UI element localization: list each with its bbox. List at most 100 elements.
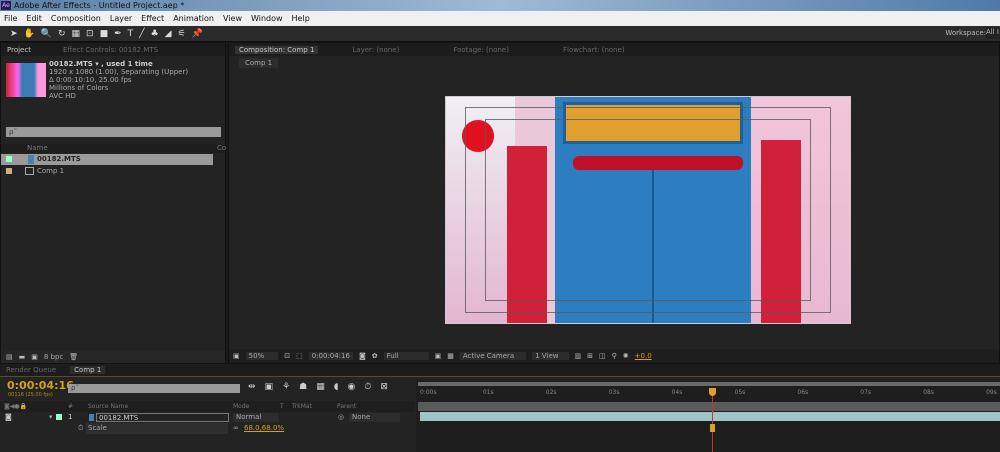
exposure-value[interactable]: +0.0 [635,352,652,360]
col-num[interactable]: # [68,401,73,412]
menu-help[interactable]: Help [292,11,310,26]
zoom-icon[interactable]: 🔍 [41,29,52,39]
col-t[interactable]: T [280,401,284,412]
eraser-icon[interactable]: ◢ [165,29,172,39]
hand-icon[interactable]: ✋ [24,29,35,39]
camera-select[interactable]: Active Camera [459,352,527,360]
new-folder-icon[interactable]: ▬ [19,353,26,361]
workspace-select[interactable]: All I [986,28,1000,39]
scale-value[interactable]: 68.0,68.0% [244,423,284,434]
menu-edit[interactable]: Edit [26,11,42,26]
shy-layers-icon[interactable]: ☗ [299,382,307,392]
col-other[interactable]: Co [217,144,226,152]
brush-icon[interactable]: ╱ [139,29,144,39]
viewer-timecode[interactable]: 0:00:04:16 [308,352,353,360]
live-update-icon[interactable]: ▣ [265,382,274,392]
mask-visibility-icon[interactable]: ⬚ [296,352,303,360]
puppet-pin-icon[interactable]: 📌 [192,29,203,39]
cti-handle[interactable] [708,388,716,396]
roto-brush-icon[interactable]: ⚟ [178,29,186,39]
menu-animation[interactable]: Animation [173,11,214,26]
rotate-icon[interactable]: ↻ [58,29,66,39]
new-comp-icon[interactable]: ▣ [31,353,38,361]
property-row[interactable]: ⏱ Scale ∞ 68.0,68.0% [0,423,415,434]
menu-layer[interactable]: Layer [110,11,132,26]
current-time-indicator[interactable] [711,388,713,452]
tab-effect-controls[interactable]: Effect Controls: 00182.MTS [63,46,158,54]
parent-select[interactable]: None [349,413,401,422]
keyframe-marker[interactable] [709,424,715,432]
pan-behind-icon[interactable]: ⊡ [86,29,94,39]
fast-preview-icon[interactable]: ⊞ [587,352,593,360]
constrain-proportions-icon[interactable]: ∞ [233,423,239,434]
label-color[interactable] [6,168,12,174]
text-icon[interactable]: T [128,29,134,39]
graph-editor-icon[interactable]: ◉ [347,382,355,392]
tab-flowchart[interactable]: Flowchart: (none) [563,46,625,54]
project-item-comp[interactable]: Comp 1 [1,166,225,177]
brainstorm-icon[interactable]: ⊠ [380,382,388,392]
draft-3d-icon[interactable]: ⚘ [282,382,290,392]
transparency-grid-icon[interactable]: ▦ [447,352,454,360]
composition-mini-flowchart-icon[interactable]: ⇹ [248,382,256,392]
composition-frame[interactable] [445,96,851,324]
stopwatch-icon[interactable]: ⏱ [78,423,83,434]
label-color[interactable] [56,414,62,420]
current-time-display[interactable]: 0:00:04:16 [7,379,74,392]
frame-info: 00116 (25.00 fps) [8,392,53,398]
col-parent[interactable]: Parent [337,401,356,412]
flowchart-icon[interactable]: ⚲ [612,352,617,360]
layer-row[interactable]: ◙ ▾ 1 00182.MTS Normal ◎ None [0,412,415,423]
bpc-button[interactable]: 8 bpc [44,353,63,361]
timeline-icon[interactable]: ◫ [599,352,606,360]
tab-composition[interactable]: Composition: Comp 1 [235,45,319,54]
col-mode[interactable]: Mode [233,401,249,412]
project-item-footage[interactable]: 00182.MTS [1,154,213,165]
safe-margins-icon[interactable]: ⊡ [284,352,290,360]
menu-view[interactable]: View [223,11,242,26]
view-layout-select[interactable]: 1 View [532,352,569,360]
comp-breadcrumb[interactable]: Comp 1 [239,58,279,68]
trash-icon[interactable]: 🗑 [69,353,78,361]
clone-stamp-icon[interactable]: ♣ [151,29,159,39]
exposure-icon[interactable]: ✺ [623,352,629,360]
blend-mode-select[interactable]: Normal [233,413,280,422]
menu-composition[interactable]: Composition [51,11,101,26]
tab-project[interactable]: Project [7,46,31,54]
camera-icon[interactable]: ▦ [72,29,81,39]
expand-arrow-icon[interactable]: ▾ [49,412,53,423]
layer-name[interactable]: 00182.MTS [96,413,229,422]
channel-icon[interactable]: ✿ [372,352,378,360]
timeline-search-input[interactable]: ρ˜ [68,384,240,393]
video-visibility-icon[interactable]: ◙ [5,412,12,423]
interpret-footage-icon[interactable]: ▤ [6,353,13,361]
col-trkmat[interactable]: TrkMat [292,401,312,412]
label-color[interactable] [6,156,12,162]
rectangle-icon[interactable]: ■ [100,29,109,39]
pixel-aspect-icon[interactable]: ▥ [575,352,582,360]
snapshot-icon[interactable]: ◙ [359,352,366,360]
pen-icon[interactable]: ✒ [114,29,122,39]
tab-footage[interactable]: Footage: (none) [453,46,509,54]
menu-window[interactable]: Window [251,11,283,26]
menu-effect[interactable]: Effect [141,11,164,26]
frame-blending-icon[interactable]: ▦ [316,382,325,392]
layer-duration-bar[interactable] [420,412,1000,421]
always-preview-icon[interactable]: ▣ [233,352,240,360]
col-name[interactable]: Name [27,144,48,152]
project-search-input[interactable]: ρ˜ [6,127,221,137]
pick-whip-icon[interactable]: ◎ [338,412,344,423]
stopwatch-icon[interactable]: ⏱ [364,382,371,392]
tab-layer[interactable]: Layer: (none) [352,46,399,54]
tab-render-queue[interactable]: Render Queue [6,366,56,374]
work-area-bar[interactable] [418,382,1000,386]
selection-icon[interactable]: ➤ [10,29,18,39]
resolution-select[interactable]: Full [383,352,429,360]
timeline-graph-area[interactable] [416,379,1000,452]
tab-comp-1[interactable]: Comp 1 [70,366,106,374]
col-source-name[interactable]: Source Name [88,401,128,412]
magnification-select[interactable]: 50% [245,352,279,360]
menu-file[interactable]: File [4,11,17,26]
motion-blur-icon[interactable]: ◖ [334,382,339,392]
region-of-interest-icon[interactable]: ▣ [435,352,442,360]
